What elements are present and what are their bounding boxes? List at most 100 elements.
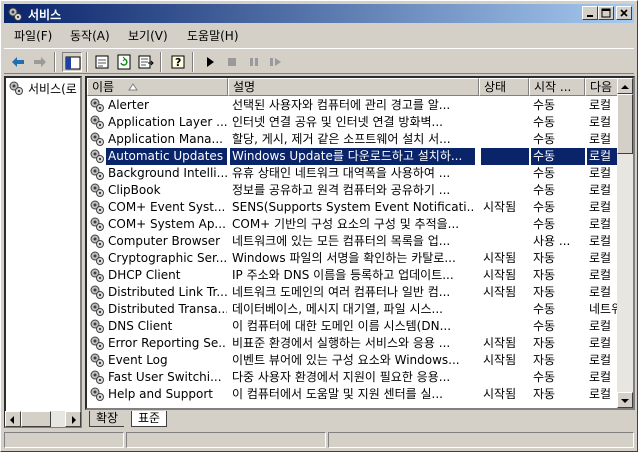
service-name: Event Log: [108, 353, 168, 367]
arrow-right-icon: [72, 416, 76, 424]
service-startup-type: 자동: [533, 285, 556, 299]
service-gear-icon: [90, 387, 104, 401]
tab-standard[interactable]: 표준: [131, 411, 168, 427]
services-list[interactable]: 이름 설명 상태 시작 ... 다음 Alerter 선택된 사용자와 컴퓨터에 …: [85, 76, 635, 410]
service-description: 선택된 사용자와 컴퓨터에 관리 경고를 알...: [232, 98, 451, 112]
menu-help[interactable]: 도움말(H): [187, 27, 239, 44]
table-row[interactable]: Application Layer ... 인터넷 연결 공유 및 인터넷 연결 …: [87, 114, 617, 131]
service-description: 할당, 게시, 제거 같은 소프트웨어 설치 서...: [232, 132, 451, 146]
service-description: 이 컴퓨터에서 도움말 및 지원 센터를 실...: [232, 387, 443, 401]
service-name: Error Reporting Se...: [108, 336, 227, 350]
table-row[interactable]: Distributed Link Tr... 네트워크 도메인의 여러 컴퓨터나 …: [87, 284, 617, 301]
service-description: IP 주소와 DNS 이름을 등록하고 업데이트...: [232, 268, 454, 282]
start-service-button[interactable]: [200, 52, 220, 72]
help-icon: ?: [171, 55, 185, 69]
table-row[interactable]: ClipBook 정보를 공유하고 원격 컴퓨터와 공유하기 ... 수동 로컬: [87, 182, 617, 199]
service-name: DNS Client: [108, 319, 173, 333]
table-row[interactable]: DHCP Client IP 주소와 DNS 이름을 등록하고 업데이트... 시작…: [87, 267, 617, 284]
column-header-name[interactable]: 이름: [87, 78, 228, 96]
table-row[interactable]: Automatic Updates Windows Update를 다운로드하고 …: [87, 148, 617, 165]
table-row[interactable]: Alerter 선택된 사용자와 컴퓨터에 관리 경고를 알... 수동 로컬: [87, 97, 617, 114]
services-gear-icon: [9, 81, 23, 95]
table-row[interactable]: Event Log 이벤트 뷰어에 있는 구성 요소와 Windows... 시작됨…: [87, 352, 617, 369]
table-row[interactable]: Fast User Switchi... 다중 사용자 환경에서 지원이 필요한 …: [87, 369, 617, 386]
forward-button[interactable]: [30, 52, 50, 72]
service-description: 비표준 환경에서 실행하는 서비스와 응용 ...: [232, 336, 451, 350]
table-row[interactable]: DNS Client 이 컴퓨터에 대한 도메인 이름 시스템(DN... 수동 로컬: [87, 318, 617, 335]
maximize-icon: [601, 8, 611, 18]
export-list-button[interactable]: [136, 52, 156, 72]
service-description: 데이터베이스, 메시지 대기열, 파일 시스...: [232, 302, 443, 316]
service-startup-type: 수동: [533, 200, 556, 214]
menu-view[interactable]: 보기(V): [128, 27, 168, 44]
service-startup-type: 수동: [533, 166, 556, 180]
column-header-description[interactable]: 설명: [228, 78, 479, 96]
service-startup-type: 자동: [533, 336, 556, 350]
view-tabs: 확장 표준: [85, 411, 635, 428]
table-row[interactable]: Background Intelli... 유휴 상태인 네트워크 대역폭을 사용…: [87, 165, 617, 182]
arrow-left-icon: [10, 416, 14, 424]
table-row[interactable]: Help and Support 이 컴퓨터에서 도움말 및 지원 센터를 실..…: [87, 386, 617, 403]
service-gear-icon: [90, 132, 104, 146]
maximize-button[interactable]: [598, 6, 614, 20]
service-startup-type: 자동: [533, 387, 556, 401]
column-header-startup-type[interactable]: 시작 ...: [529, 78, 585, 96]
tab-extended[interactable]: 확장: [89, 411, 125, 427]
services-window: 서비스 파일(F) 동작(A) 보기(V) 도움말(H) ? 서비스(로 이름 …: [0, 0, 638, 452]
column-header-name-label: 이름: [92, 80, 115, 94]
table-row[interactable]: Computer Browser 네트워크에 있는 모든 컴퓨터의 목록을 업..…: [87, 233, 617, 250]
service-name: DHCP Client: [108, 268, 181, 282]
tree-scroll-left-button[interactable]: [5, 411, 21, 427]
service-status: [481, 97, 529, 114]
close-button[interactable]: [616, 6, 632, 20]
tree-scroll-right-button[interactable]: [65, 411, 81, 427]
service-name: ClipBook: [108, 183, 161, 197]
service-status: 시작됨: [483, 251, 517, 265]
svg-text:?: ?: [175, 56, 181, 69]
service-gear-icon: [90, 268, 104, 282]
tree-item-services[interactable]: 서비스(로: [8, 80, 77, 99]
menu-action[interactable]: 동작(A): [70, 27, 110, 44]
minimize-button[interactable]: [582, 6, 598, 20]
restart-service-button[interactable]: [266, 52, 286, 72]
service-gear-icon: [90, 166, 104, 180]
help-button[interactable]: ?: [168, 52, 188, 72]
service-status: 시작됨: [483, 336, 517, 350]
table-row[interactable]: Cryptographic Ser... Windows 파일의 서명을 확인하는…: [87, 250, 617, 267]
arrow-up-icon: [621, 85, 629, 89]
tree-scroll-thumb[interactable]: [21, 411, 51, 427]
service-status: 시작됨: [483, 200, 517, 214]
title-bar[interactable]: 서비스: [4, 4, 634, 23]
service-gear-icon: [90, 200, 104, 214]
list-scroll-down-button[interactable]: [617, 392, 633, 408]
table-row[interactable]: Application Mana... 할당, 게시, 제거 같은 소프트웨어 설…: [87, 131, 617, 148]
tree-horizontal-scrollbar[interactable]: [5, 411, 81, 427]
back-button[interactable]: [8, 52, 28, 72]
service-gear-icon: [90, 183, 104, 197]
table-row[interactable]: COM+ System Ap... COM+ 기반의 구성 요소의 구성 및 추적…: [87, 216, 617, 233]
service-status: [481, 165, 529, 182]
table-row[interactable]: Error Reporting Se... 비표준 환경에서 실행하는 서비스와 …: [87, 335, 617, 352]
refresh-button[interactable]: [114, 52, 134, 72]
list-scroll-up-button[interactable]: [617, 78, 633, 94]
service-logon: 로컬: [589, 166, 612, 180]
pause-service-button[interactable]: [244, 52, 264, 72]
service-status: [481, 131, 529, 148]
menu-file[interactable]: 파일(F): [14, 27, 52, 44]
column-header-status[interactable]: 상태: [479, 78, 529, 96]
minimize-icon: [587, 15, 593, 17]
service-logon: 로컬: [589, 285, 612, 299]
service-status: [481, 182, 529, 199]
show-hide-tree-button[interactable]: [62, 52, 82, 72]
stop-service-button[interactable]: [222, 52, 242, 72]
table-row[interactable]: COM+ Event Syst... SENS(Supports System E…: [87, 199, 617, 216]
properties-button[interactable]: [92, 52, 112, 72]
service-gear-icon: [90, 234, 104, 248]
menu-bar: 파일(F) 동작(A) 보기(V) 도움말(H): [4, 25, 634, 45]
service-name: Help and Support: [108, 387, 213, 401]
list-scroll-thumb[interactable]: [617, 94, 633, 154]
list-vertical-scrollbar[interactable]: [617, 78, 633, 408]
tree-pane[interactable]: 서비스(로: [4, 76, 82, 428]
service-gear-icon: [90, 370, 104, 384]
table-row[interactable]: Distributed Transa... 데이터베이스, 메시지 대기열, 파일…: [87, 301, 617, 318]
